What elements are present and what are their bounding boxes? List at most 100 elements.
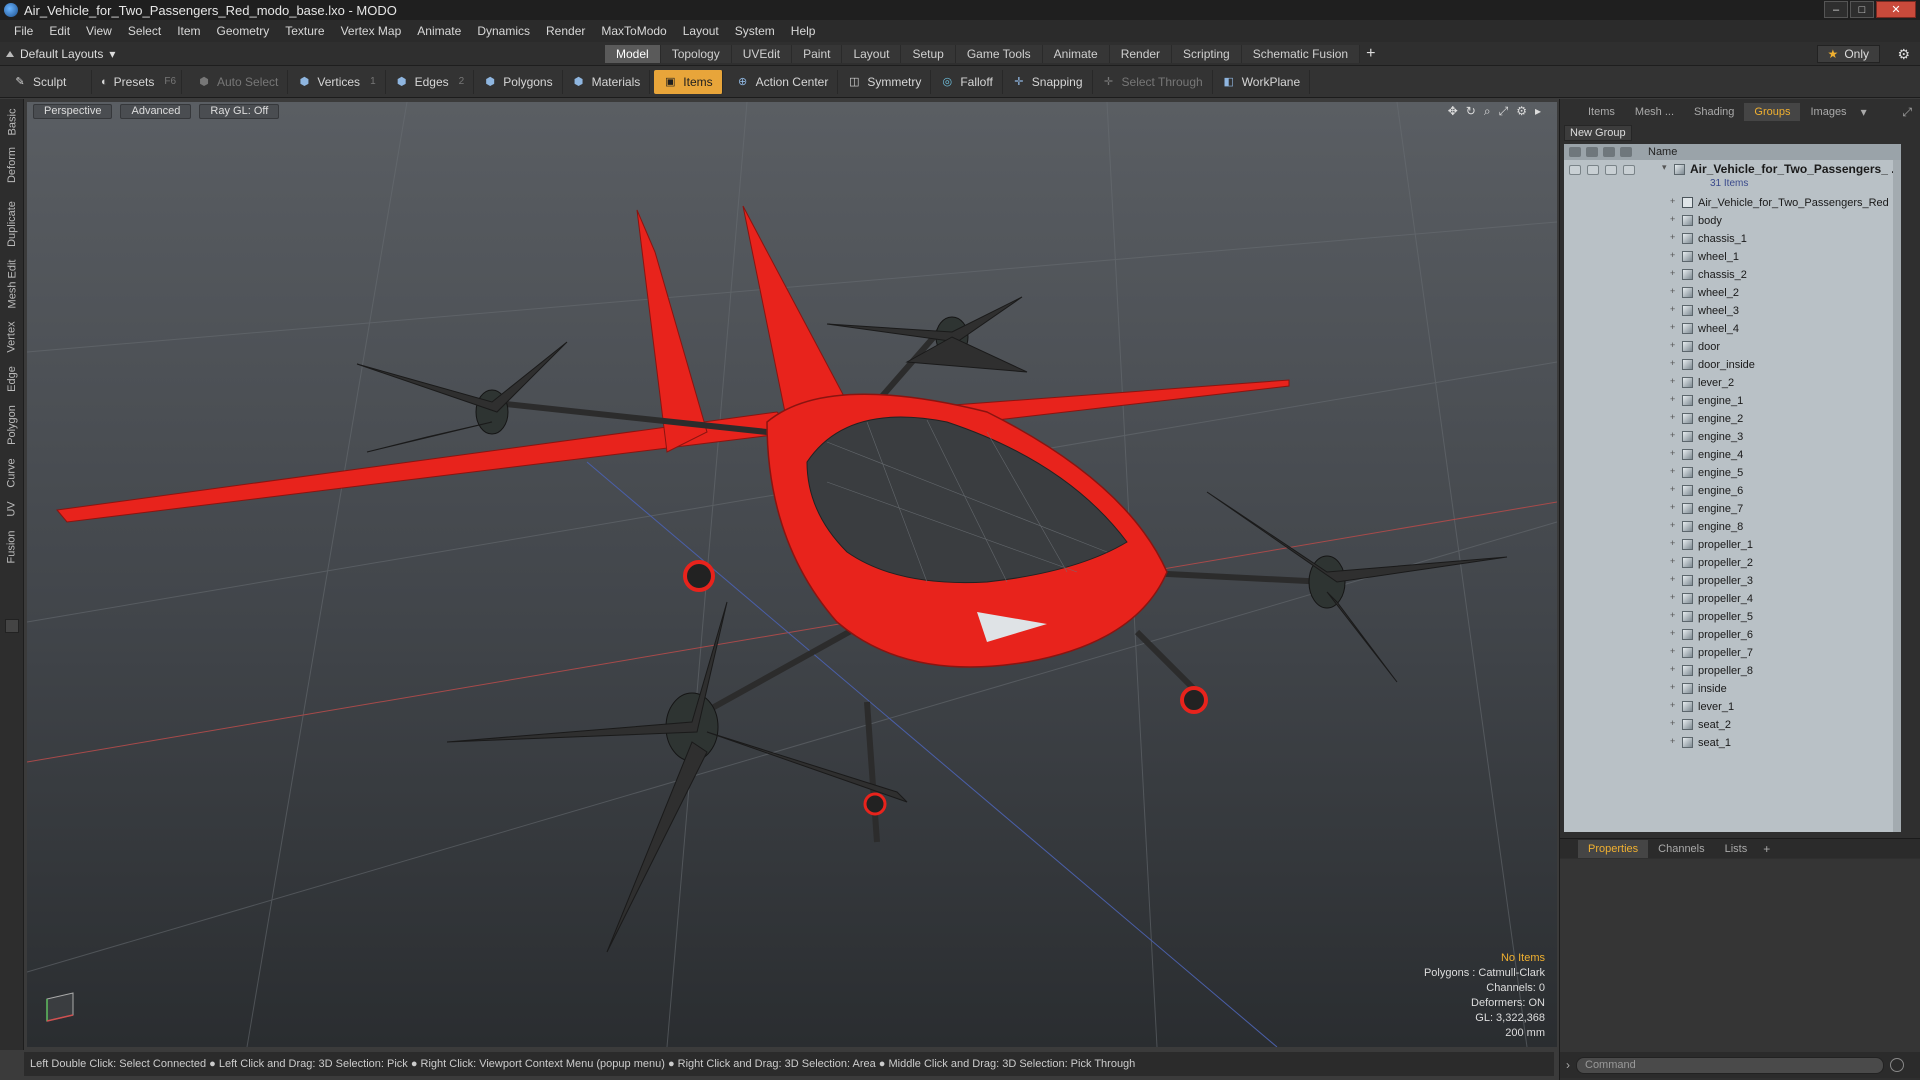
menu-render[interactable]: Render [538, 24, 593, 38]
group-item-row[interactable]: + propeller_7 [1564, 644, 1901, 662]
menu-file[interactable]: File [6, 24, 41, 38]
expand-icon[interactable]: + [1670, 628, 1675, 638]
expand-icon[interactable]: + [1670, 322, 1675, 332]
vtab-fusion[interactable]: Fusion [3, 527, 21, 567]
command-input[interactable]: Command [1576, 1056, 1884, 1074]
menu-help[interactable]: Help [783, 24, 824, 38]
menu-edit[interactable]: Edit [41, 24, 78, 38]
expand-icon[interactable]: + [1670, 646, 1675, 656]
group-item-row[interactable]: + propeller_4 [1564, 590, 1901, 608]
group-item-row[interactable]: + door_inside [1564, 356, 1901, 374]
maximize-button[interactable]: □ [1850, 1, 1874, 18]
tab-setup[interactable]: Setup [901, 45, 956, 63]
add-tab-icon[interactable]: + [1763, 842, 1770, 856]
vtab-curve[interactable]: Curve [3, 455, 21, 491]
rotate-view-icon[interactable]: ↻ [1466, 104, 1476, 119]
presets-button[interactable]: ◐ Presets F6 [92, 69, 182, 94]
group-item-row[interactable]: + door [1564, 338, 1901, 356]
menu-maxtomodo[interactable]: MaxToModo [593, 24, 674, 38]
menu-layout[interactable]: Layout [675, 24, 727, 38]
vertices-button[interactable]: ⬢ Vertices 1 [288, 69, 386, 94]
select-through-button[interactable]: ✛ Select Through [1093, 69, 1213, 94]
tab-scripting[interactable]: Scripting [1172, 45, 1242, 63]
command-history-icon[interactable] [1890, 1058, 1904, 1072]
tab-schematic-fusion[interactable]: Schematic Fusion [1241, 45, 1361, 63]
root-visibility-toggle[interactable] [1569, 165, 1581, 175]
tab-properties[interactable]: Properties [1578, 839, 1649, 858]
panel-expand-icon[interactable]: ⤢ [1902, 105, 1912, 120]
expand-icon[interactable]: + [1670, 682, 1675, 692]
panel-menu-chevron-icon[interactable]: ▾ [1861, 105, 1867, 119]
tree-scrollbar[interactable] [1893, 160, 1901, 832]
root-render-toggle[interactable] [1587, 165, 1599, 175]
expand-icon[interactable]: + [1670, 484, 1675, 494]
menu-select[interactable]: Select [120, 24, 169, 38]
visibility-header-icon[interactable] [1569, 147, 1581, 157]
3d-viewport[interactable]: Perspective Advanced Ray GL: Off ✥ ↻ ⌕ ⤢… [27, 102, 1557, 1047]
group-item-row[interactable]: + wheel_3 [1564, 302, 1901, 320]
vtab-vertex[interactable]: Vertex [3, 317, 21, 357]
tab-mesh[interactable]: Mesh ... [1625, 103, 1684, 121]
items-button[interactable]: ▣ Items [654, 69, 723, 94]
expand-icon[interactable]: + [1670, 574, 1675, 584]
root-lock-toggle[interactable] [1605, 165, 1617, 175]
group-item-row[interactable]: + engine_7 [1564, 500, 1901, 518]
add-tab-icon[interactable]: + [1366, 45, 1375, 63]
close-button[interactable]: ✕ [1876, 1, 1916, 18]
group-item-row[interactable]: + Air_Vehicle_for_Two_Passengers_Red [1564, 194, 1901, 212]
group-item-row[interactable]: + chassis_2 [1564, 266, 1901, 284]
vtab-mesh-edit[interactable]: Mesh Edit [3, 257, 21, 311]
vtab-basic[interactable]: Basic [3, 107, 21, 137]
polygons-button[interactable]: ⬢ Polygons [474, 69, 563, 94]
tab-topology[interactable]: Topology [660, 45, 732, 63]
expand-icon[interactable]: + [1670, 412, 1675, 422]
tab-uvedit[interactable]: UVEdit [731, 45, 793, 63]
group-item-row[interactable]: + propeller_2 [1564, 554, 1901, 572]
menu-texture[interactable]: Texture [277, 24, 332, 38]
expand-icon[interactable]: + [1670, 664, 1675, 674]
menu-vertex-map[interactable]: Vertex Map [333, 24, 410, 38]
expand-icon[interactable]: + [1670, 556, 1675, 566]
menu-view[interactable]: View [78, 24, 120, 38]
group-item-row[interactable]: + engine_3 [1564, 428, 1901, 446]
sculpt-button[interactable]: ✎ Sculpt [4, 69, 92, 94]
group-item-row[interactable]: + body [1564, 212, 1901, 230]
raygl-button[interactable]: Ray GL: Off [199, 103, 280, 119]
group-item-row[interactable]: + propeller_5 [1564, 608, 1901, 626]
move-view-icon[interactable]: ✥ [1448, 104, 1458, 119]
minimize-button[interactable]: – [1824, 1, 1848, 18]
group-item-row[interactable]: + wheel_4 [1564, 320, 1901, 338]
group-item-row[interactable]: + propeller_8 [1564, 662, 1901, 680]
strip-toggle[interactable] [5, 619, 19, 633]
expand-icon[interactable]: + [1670, 466, 1675, 476]
expand-icon[interactable]: + [1670, 736, 1675, 746]
expand-icon[interactable]: + [1670, 718, 1675, 728]
group-item-row[interactable]: + chassis_1 [1564, 230, 1901, 248]
expand-icon[interactable]: + [1670, 430, 1675, 440]
vtab-duplicate[interactable]: Duplicate [3, 197, 21, 251]
group-item-row[interactable]: + propeller_1 [1564, 536, 1901, 554]
expand-icon[interactable]: + [1670, 376, 1675, 386]
root-select-toggle[interactable] [1623, 165, 1635, 175]
symmetry-button[interactable]: ◫ Symmetry [838, 69, 932, 94]
tab-shading[interactable]: Shading [1684, 103, 1744, 121]
expand-icon[interactable]: + [1670, 520, 1675, 530]
expand-icon[interactable]: + [1670, 250, 1675, 260]
expand-icon[interactable]: + [1670, 304, 1675, 314]
group-item-row[interactable]: + seat_2 [1564, 716, 1901, 734]
vtab-edge[interactable]: Edge [3, 363, 21, 395]
group-item-row[interactable]: + wheel_1 [1564, 248, 1901, 266]
expand-icon[interactable]: + [1670, 592, 1675, 602]
auto-select-button[interactable]: ⬢ Auto Select [188, 69, 289, 94]
group-item-row[interactable]: + lever_1 [1564, 698, 1901, 716]
vtab-deform[interactable]: Deform [3, 143, 21, 187]
tab-animate[interactable]: Animate [1042, 45, 1110, 63]
shading-style-button[interactable]: Advanced [120, 103, 192, 119]
group-item-row[interactable]: + propeller_6 [1564, 626, 1901, 644]
group-item-row[interactable]: + propeller_3 [1564, 572, 1901, 590]
expand-icon[interactable]: + [1670, 448, 1675, 458]
expand-icon[interactable]: + [1670, 394, 1675, 404]
expand-icon[interactable]: + [1670, 538, 1675, 548]
tab-images[interactable]: Images [1800, 103, 1856, 121]
group-item-row[interactable]: + wheel_2 [1564, 284, 1901, 302]
